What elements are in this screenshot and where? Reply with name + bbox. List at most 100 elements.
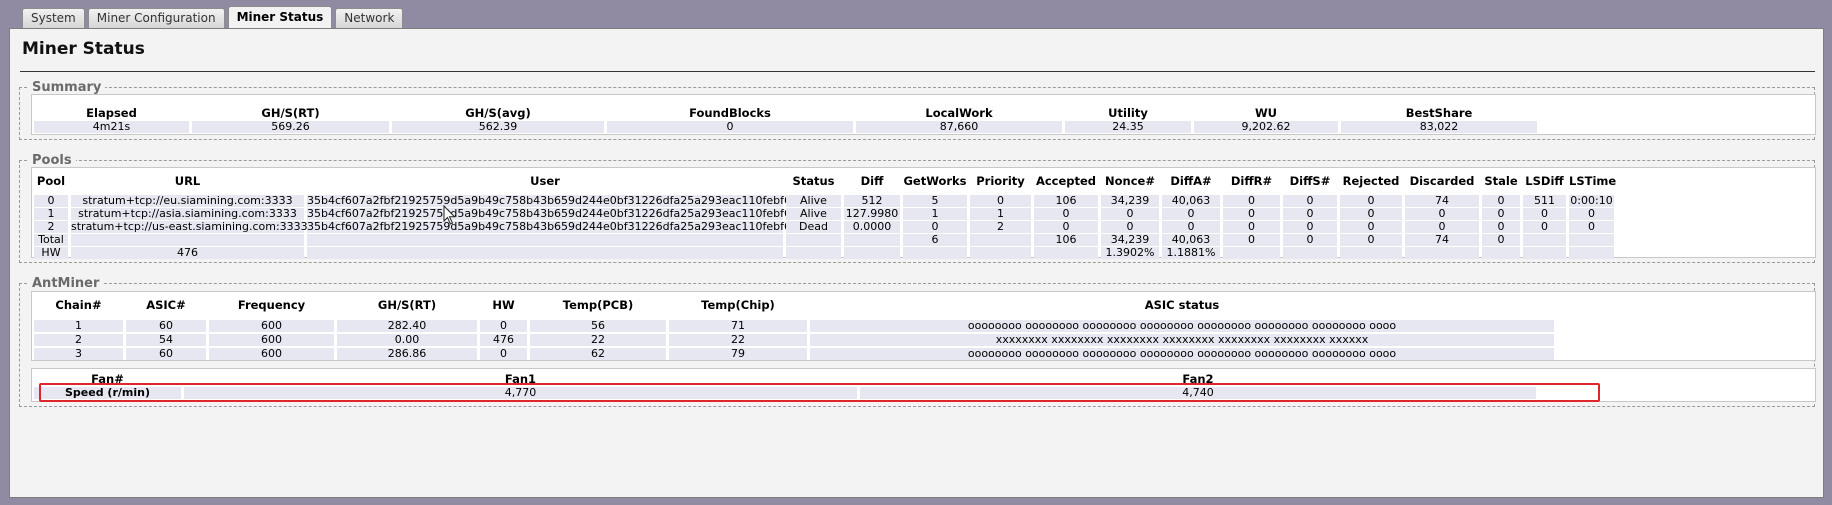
- pools-row-2-col-3: Dead: [786, 221, 841, 233]
- chain-row-0-col-4: 0: [480, 320, 527, 332]
- chain-header-7: ASIC status: [1144, 298, 1220, 312]
- chain-header-0: Chain#: [55, 298, 102, 312]
- pools-header-0: Pool: [36, 174, 66, 188]
- chain-row-0-col-7: oooooooo oooooooo oooooooo oooooooo oooo…: [810, 320, 1554, 332]
- tab-network[interactable]: Network: [335, 8, 404, 28]
- pools-row-4-col-2: [307, 247, 783, 259]
- pools-row-3-col-0: Total: [34, 234, 68, 246]
- pools-row-1-col-15: 0: [1523, 208, 1566, 220]
- pools-row-4-col-3: [786, 247, 841, 259]
- summary-value-5: 24.35: [1065, 121, 1191, 133]
- pools-header-6: Priority: [976, 174, 1025, 188]
- content-panel: Miner Status Summary Elapsed 4m21s GH/S(RT…: [9, 28, 1824, 498]
- pools-row-2-col-5: 0: [903, 221, 967, 233]
- tab-miner-status[interactable]: Miner Status: [227, 6, 333, 28]
- pools-header-11: DiffS#: [1289, 174, 1331, 188]
- pools-row-3-col-7: 106: [1034, 234, 1098, 246]
- pools-row-1-col-13: 0: [1405, 208, 1479, 220]
- pools-row-4-col-0: HW: [34, 247, 68, 259]
- pools-header-10: DiffR#: [1230, 174, 1273, 188]
- chain-row-0-col-2: 600: [209, 320, 334, 332]
- chain-header-6: Temp(Chip): [701, 298, 775, 312]
- tab-system[interactable]: System: [22, 8, 85, 28]
- pools-header-5: GetWorks: [903, 174, 967, 188]
- summary-value-0: 4m21s: [34, 121, 189, 133]
- summary-header-3: FoundBlocks: [689, 106, 771, 120]
- pools-row-3-col-10: 0: [1223, 234, 1280, 246]
- pools-header-8: Nonce#: [1105, 174, 1155, 188]
- pools-row-4-col-12: [1340, 247, 1402, 259]
- chain-row-2-col-6: 79: [669, 348, 807, 360]
- pools-header-3: Status: [792, 174, 835, 188]
- pools-row-3-col-8: 34,239: [1101, 234, 1159, 246]
- pools-row-4-col-16: [1569, 247, 1614, 259]
- chain-header-3: GH/S(RT): [377, 298, 437, 312]
- pools-row-3-col-2: [307, 234, 783, 246]
- pools-row-0-col-5: 5: [903, 195, 967, 207]
- pools-header-4: Diff: [860, 174, 884, 188]
- chain-row-0-col-1: 60: [126, 320, 206, 332]
- pools-row-0-col-8: 34,239: [1101, 195, 1159, 207]
- pools-row-0-col-10: 0: [1223, 195, 1280, 207]
- pools-row-3-col-14: 0: [1482, 234, 1520, 246]
- summary-header-4: LocalWork: [925, 106, 993, 120]
- chain-row-2-col-7: oooooooo oooooooo oooooooo oooooooo oooo…: [810, 348, 1554, 360]
- pools-row-0-col-13: 74: [1405, 195, 1479, 207]
- pools-row-2-col-2: 35b4cf607a2fbf21925759d5a9b49c758b43b659…: [307, 220, 823, 233]
- pools-row-2-col-9: 0: [1162, 221, 1220, 233]
- chain-row-0-col-0: 1: [34, 320, 123, 332]
- pools-row-1-col-9: 0: [1162, 208, 1220, 220]
- pools-row-2-col-15: 0: [1523, 221, 1566, 233]
- pools-row-3-col-16: [1569, 234, 1614, 246]
- summary-header-2: GH/S(avg): [465, 106, 531, 120]
- pools-row-4-col-14: [1482, 247, 1520, 259]
- pools-row-4-col-4: [844, 247, 900, 259]
- summary-header-7: BestShare: [1405, 106, 1473, 120]
- pools-row-3-col-1: [71, 234, 304, 246]
- pools-row-3-col-3: [786, 234, 841, 246]
- summary-value-7: 83,022: [1341, 121, 1537, 133]
- pools-row-1-col-5: 1: [903, 208, 967, 220]
- pools-row-2-col-1: stratum+tcp://us-east.siamining.com:3333: [71, 220, 308, 233]
- pools-row-2-col-10: 0: [1223, 221, 1280, 233]
- mouse-cursor-icon: [443, 205, 456, 225]
- pools-row-3-col-11: 0: [1283, 234, 1337, 246]
- pools-row-2-col-4: 0.0000: [844, 221, 900, 233]
- pools-row-1-col-2: 35b4cf607a2fbf21925759d5a9b49c758b43b659…: [307, 207, 823, 220]
- chain-row-1-col-7: xxxxxxxx xxxxxxxx xxxxxxxx xxxxxxxx xxxx…: [810, 334, 1554, 346]
- title-divider: [20, 71, 1815, 72]
- fan2-speed: 4,740: [860, 387, 1536, 399]
- summary-legend: Summary: [32, 80, 102, 95]
- pools-row-1-col-10: 0: [1223, 208, 1280, 220]
- chain-row-1-col-2: 600: [209, 334, 334, 346]
- pools-table: Pool URL User Status Diff GetWorks Priority Acc…: [31, 167, 1816, 259]
- pools-row-3-col-15: [1523, 234, 1566, 246]
- pools-row-1-col-6: 1: [970, 208, 1031, 220]
- pools-row-0-col-14: 0: [1482, 195, 1520, 207]
- pools-row-4-col-13: [1405, 247, 1479, 259]
- pools-header-1: URL: [174, 174, 201, 188]
- summary-header-5: Utility: [1108, 106, 1148, 120]
- pools-row-4-col-7: [1034, 247, 1098, 259]
- pools-row-2-col-14: 0: [1482, 221, 1520, 233]
- chain-row-2-col-0: 3: [34, 348, 123, 360]
- fan-speed-label: Speed (r/min): [34, 387, 181, 399]
- chain-row-2-col-3: 286.86: [337, 348, 477, 360]
- pools-legend: Pools: [32, 153, 72, 168]
- pools-row-3-col-13: 74: [1405, 234, 1479, 246]
- chain-row-2-col-2: 600: [209, 348, 334, 360]
- antminer-legend: AntMiner: [32, 276, 100, 291]
- summary-value-3: 0: [607, 121, 853, 133]
- pools-row-2-col-6: 2: [970, 221, 1031, 233]
- chain-header-1: ASIC#: [146, 298, 186, 312]
- fan1-speed: 4,770: [184, 387, 857, 399]
- pools-row-0-col-12: 0: [1340, 195, 1402, 207]
- chain-row-0-col-5: 56: [530, 320, 666, 332]
- chain-row-1-col-3: 0.00: [337, 334, 477, 346]
- fan-header-1: Fan1: [504, 372, 537, 386]
- pools-row-1-col-14: 0: [1482, 208, 1520, 220]
- chain-row-1-col-0: 2: [34, 334, 123, 346]
- pools-row-1-col-0: 1: [34, 208, 68, 220]
- tab-miner-configuration[interactable]: Miner Configuration: [87, 8, 225, 28]
- pools-row-4-col-9: 1.1881%: [1162, 247, 1220, 259]
